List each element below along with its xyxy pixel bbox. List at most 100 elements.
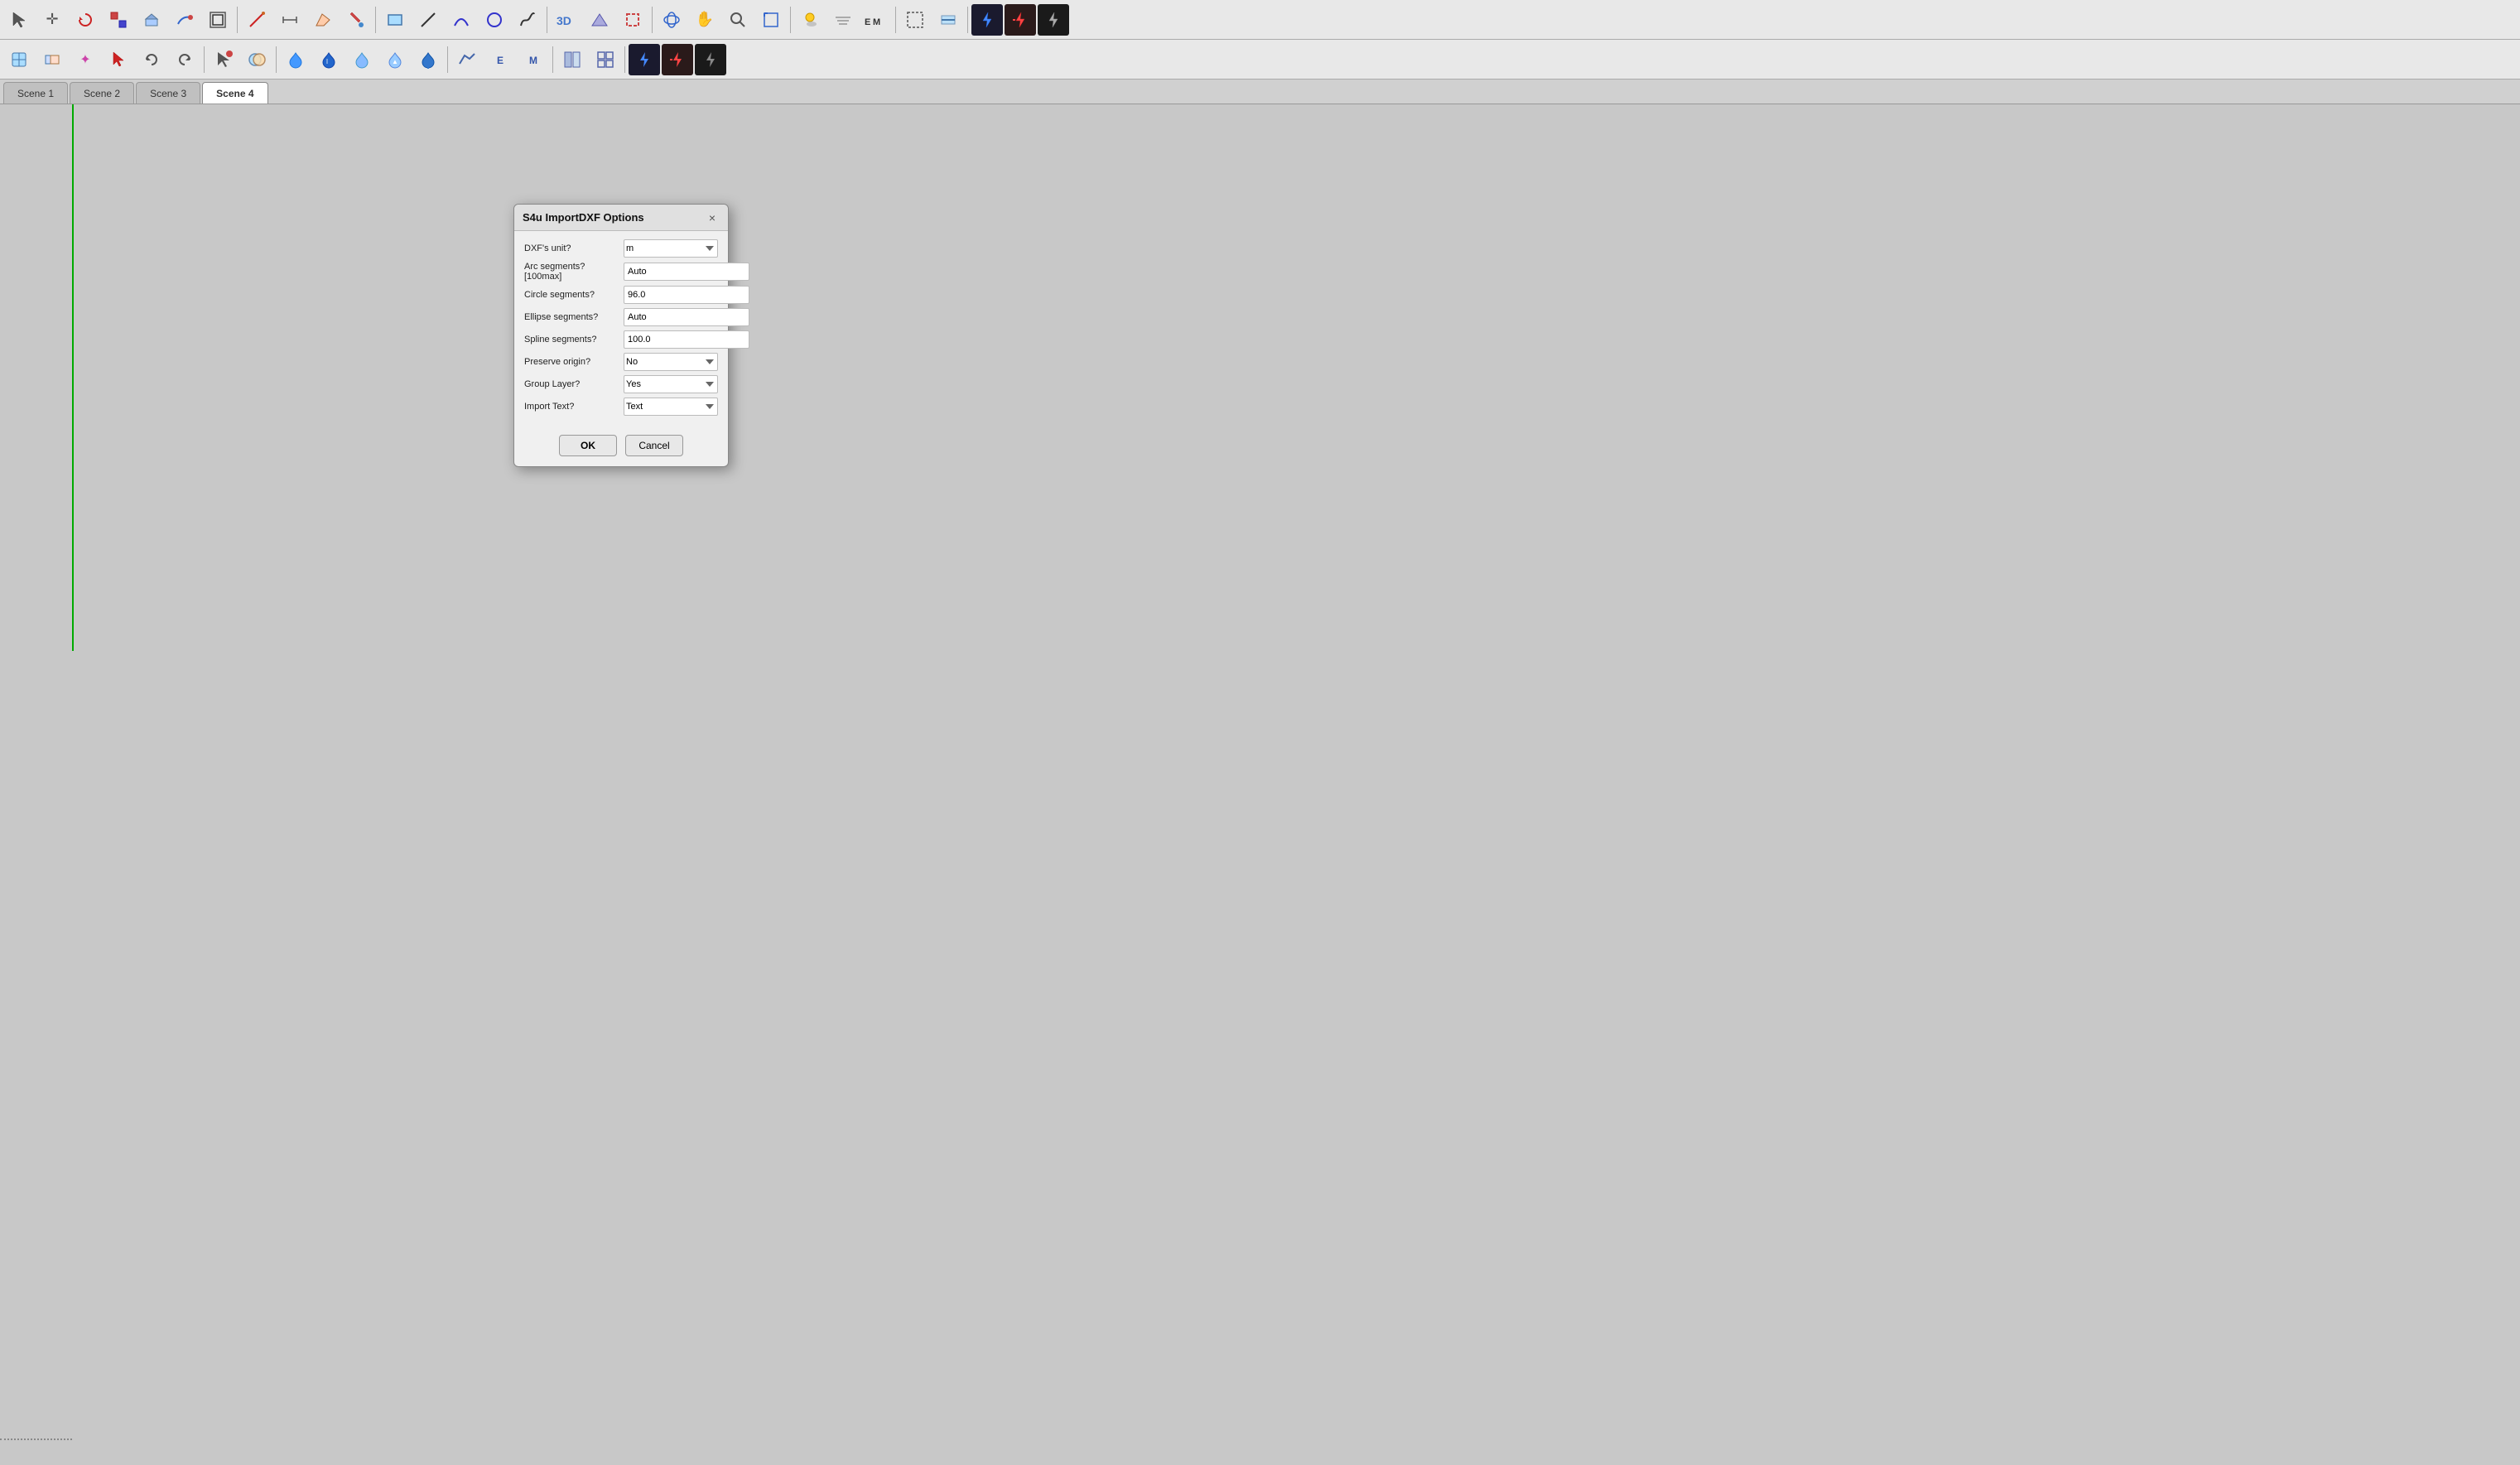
- water2-btn[interactable]: [313, 44, 345, 75]
- toolbar-row1: ✛ 3D: [0, 0, 2520, 40]
- svg-text:E: E: [497, 55, 504, 66]
- move-tool-btn[interactable]: ✛: [36, 4, 68, 36]
- circle-segments-input[interactable]: [624, 286, 749, 304]
- arc-btn[interactable]: [446, 4, 477, 36]
- views-front-btn[interactable]: E: [484, 44, 516, 75]
- ellipse-segments-input[interactable]: [624, 308, 749, 326]
- ellipse-segments-label: Ellipse segments?: [524, 312, 624, 322]
- water1-btn[interactable]: [280, 44, 311, 75]
- section-cut-btn[interactable]: [617, 4, 648, 36]
- sep6: [895, 7, 896, 33]
- lightning-r1-btn[interactable]: [629, 44, 660, 75]
- select-tool-btn[interactable]: [3, 4, 35, 36]
- svg-text:▲: ▲: [392, 58, 398, 65]
- redo-btn[interactable]: [169, 44, 200, 75]
- outer-shell-btn[interactable]: [241, 44, 272, 75]
- follow-me-btn[interactable]: [169, 4, 200, 36]
- scene-tab-1[interactable]: Scene 1: [3, 82, 68, 104]
- scale-tool-btn[interactable]: [103, 4, 134, 36]
- dxf-unit-select[interactable]: m mm cm inch ft: [624, 239, 718, 258]
- dialog-titlebar: S4u ImportDXF Options ×: [514, 205, 728, 231]
- hidden-geometry-btn[interactable]: [899, 4, 931, 36]
- lightning3-btn[interactable]: [1038, 4, 1069, 36]
- lightning-r2-btn[interactable]: [662, 44, 693, 75]
- standard-views-btn[interactable]: [557, 44, 588, 75]
- 3d-text-btn[interactable]: 3D: [551, 4, 582, 36]
- lightning-r3-btn[interactable]: [695, 44, 726, 75]
- dialog-footer: OK Cancel: [514, 428, 728, 466]
- line-btn[interactable]: [412, 4, 444, 36]
- arc-segments-label: Arc segments?[100max]: [524, 262, 624, 282]
- advanced-select-btn[interactable]: [208, 44, 239, 75]
- interact-btn[interactable]: ✦: [70, 44, 101, 75]
- section-planes-btn[interactable]: [932, 4, 964, 36]
- paint-bucket-btn[interactable]: [340, 4, 372, 36]
- match-photo-btn[interactable]: EM: [860, 4, 892, 36]
- rectangle-btn[interactable]: [379, 4, 411, 36]
- walkthrough-btn[interactable]: [451, 44, 483, 75]
- views-side-btn[interactable]: M: [518, 44, 549, 75]
- offset-btn[interactable]: [202, 4, 234, 36]
- group-layer-label: Group Layer?: [524, 379, 624, 389]
- modal-overlay: S4u ImportDXF Options × DXF's unit? m mm…: [0, 104, 2520, 1465]
- preserve-origin-select[interactable]: No Yes: [624, 353, 718, 371]
- svg-text:✋: ✋: [696, 11, 714, 27]
- svg-text:M: M: [529, 55, 537, 66]
- sep-r3: [447, 46, 448, 73]
- component-btn[interactable]: [3, 44, 35, 75]
- orbit-btn[interactable]: [656, 4, 687, 36]
- sep1: [237, 7, 238, 33]
- dimensions-btn[interactable]: [274, 4, 306, 36]
- sep7: [967, 7, 968, 33]
- import-text-select[interactable]: Text No Yes: [624, 398, 718, 416]
- lightning2-btn[interactable]: [1005, 4, 1036, 36]
- sep-r2: [276, 46, 277, 73]
- undo-btn[interactable]: [136, 44, 167, 75]
- sep4: [652, 7, 653, 33]
- ok-button[interactable]: OK: [559, 435, 617, 456]
- parallel-perspective-btn[interactable]: [590, 44, 621, 75]
- sep-r1: [204, 46, 205, 73]
- fog-btn[interactable]: [827, 4, 859, 36]
- scene-tab-3[interactable]: Scene 3: [136, 82, 200, 104]
- importdxf-dialog: S4u ImportDXF Options × DXF's unit? m mm…: [513, 204, 729, 467]
- arc-segments-row: Arc segments?[100max]: [524, 262, 718, 282]
- dialog-close-btn[interactable]: ×: [705, 210, 720, 225]
- sep-r5: [624, 46, 625, 73]
- water3-btn[interactable]: [346, 44, 378, 75]
- spline-segments-label: Spline segments?: [524, 335, 624, 345]
- zoom-extents-btn[interactable]: [755, 4, 787, 36]
- circle-segments-row: Circle segments?: [524, 286, 718, 304]
- water4-btn[interactable]: ▲: [379, 44, 411, 75]
- svg-text:M: M: [873, 17, 880, 27]
- scene-tab-2[interactable]: Scene 2: [70, 82, 134, 104]
- sep5: [790, 7, 791, 33]
- lightning1-btn[interactable]: [971, 4, 1003, 36]
- scene-tab-4[interactable]: Scene 4: [202, 82, 267, 104]
- circle-btn[interactable]: [479, 4, 510, 36]
- group-layer-select[interactable]: Yes No: [624, 375, 718, 393]
- scene-tabs-bar: Scene 1 Scene 2 Scene 3 Scene 4: [0, 80, 2520, 104]
- spline-segments-input[interactable]: [624, 330, 749, 349]
- rotate-tool-btn[interactable]: [70, 4, 101, 36]
- pan-btn[interactable]: ✋: [689, 4, 720, 36]
- zoom-btn[interactable]: [722, 4, 754, 36]
- cursor-btn[interactable]: [103, 44, 134, 75]
- svg-text:3D: 3D: [557, 14, 571, 27]
- preserve-origin-row: Preserve origin? No Yes: [524, 353, 718, 371]
- cancel-button[interactable]: Cancel: [625, 435, 683, 456]
- dialog-title: S4u ImportDXF Options: [523, 211, 644, 224]
- group-layer-row: Group Layer? Yes No: [524, 375, 718, 393]
- make-group-btn[interactable]: [36, 44, 68, 75]
- tape-measure-btn[interactable]: [241, 4, 272, 36]
- water5-btn[interactable]: [412, 44, 444, 75]
- shadows-btn[interactable]: [794, 4, 826, 36]
- arc-segments-input[interactable]: [624, 263, 749, 281]
- eraser-btn[interactable]: [307, 4, 339, 36]
- import-text-label: Import Text?: [524, 402, 624, 412]
- freehand-btn[interactable]: [512, 4, 543, 36]
- push-pull-btn[interactable]: [136, 4, 167, 36]
- sep2: [375, 7, 376, 33]
- sandbox-btn[interactable]: [584, 4, 615, 36]
- toolbar-row2: ✦ ▲ E M: [0, 40, 2520, 80]
